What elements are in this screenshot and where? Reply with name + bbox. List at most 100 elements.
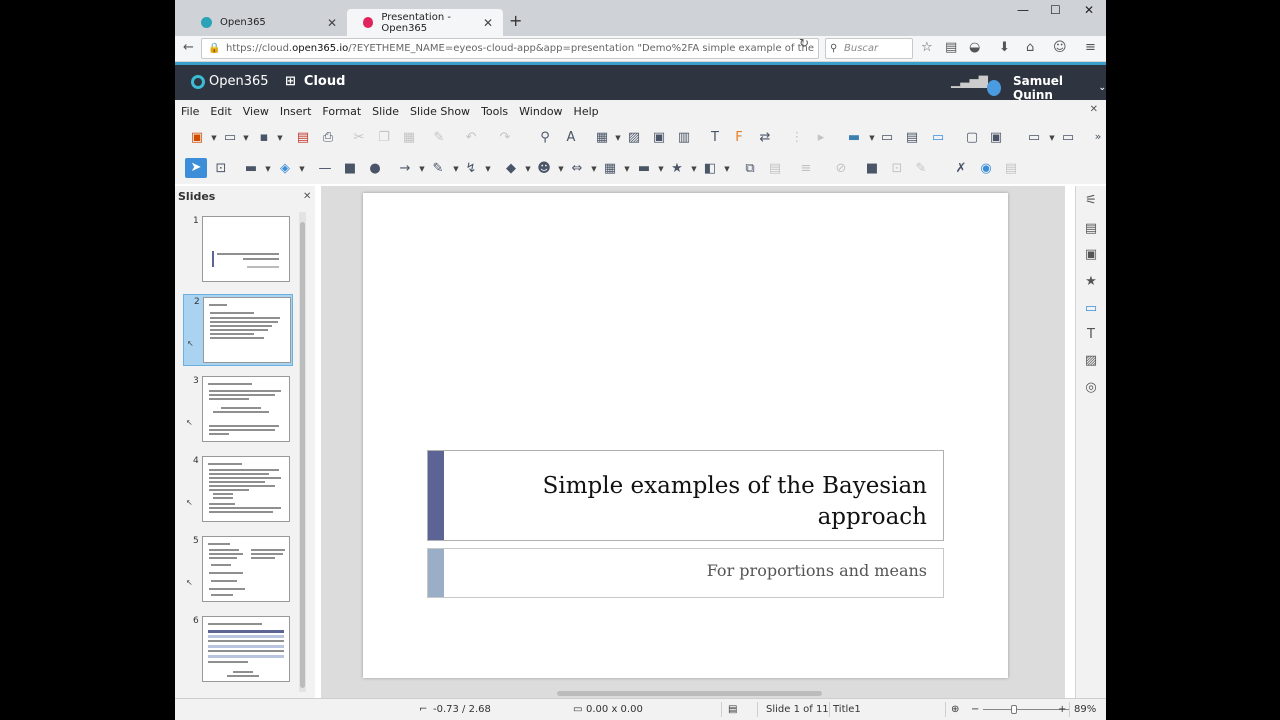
crop-icon[interactable]: ⊡ <box>889 161 905 176</box>
home-icon[interactable]: ⌂ <box>1026 40 1034 55</box>
block-arrows-icon[interactable]: ⇔ <box>569 161 585 176</box>
dropdown-arrow-icon[interactable]: ▼ <box>624 165 630 173</box>
slide-edit-area[interactable]: Simple examples of the Bayesian approach… <box>321 186 1065 698</box>
symbol-shapes-icon[interactable]: ☻ <box>536 161 552 176</box>
cut-icon[interactable]: ✂ <box>351 130 367 145</box>
callout-icon[interactable]: ▬ <box>636 161 652 176</box>
spelling-icon[interactable]: A <box>563 130 579 145</box>
toolbar-more-icon[interactable]: ▭ <box>1060 130 1076 145</box>
download-icon[interactable]: ⬇ <box>999 40 1010 55</box>
dropdown-arrow-icon[interactable]: ▼ <box>1049 134 1055 142</box>
curve-tool-icon[interactable]: ✎ <box>430 161 446 176</box>
tab-close-icon[interactable]: ✕ <box>327 16 337 30</box>
window-close-icon[interactable]: ✕ <box>1084 3 1094 17</box>
zoom-slider[interactable] <box>983 709 1069 710</box>
slide-thumbnail-4[interactable]: 4 ↖ <box>183 454 293 526</box>
line-color-icon[interactable]: ▬ <box>243 161 259 176</box>
slides-panel-close-icon[interactable]: ✕ <box>303 191 311 202</box>
navigator-icon[interactable]: ◎ <box>1083 380 1099 395</box>
slide-transition-icon[interactable]: ▭ <box>1083 301 1099 316</box>
more-shapes-icon[interactable]: ▤ <box>1003 161 1019 176</box>
fontwork-icon[interactable]: F <box>731 130 747 145</box>
title-placeholder[interactable]: Simple examples of the Bayesian approach <box>427 450 944 541</box>
line-tool-icon[interactable]: — <box>317 161 333 176</box>
subtitle-placeholder[interactable]: For proportions and means <box>427 548 944 598</box>
menu-slide[interactable]: Slide <box>372 105 399 118</box>
menu-edit[interactable]: Edit <box>210 105 231 118</box>
display-views-icon[interactable]: ▭ <box>879 130 895 145</box>
menu-window[interactable]: Window <box>519 105 562 118</box>
document-modified-icon[interactable]: ▤ <box>728 704 737 715</box>
dropdown-arrow-icon[interactable]: ▼ <box>724 165 730 173</box>
toggle-extrusion-icon[interactable]: ✗ <box>953 161 969 176</box>
slide-subtitle[interactable]: For proportions and means <box>707 561 927 580</box>
distribute-icon[interactable]: ⊘ <box>833 161 849 176</box>
clone-formatting-icon[interactable]: ✎ <box>431 130 447 145</box>
redo-icon[interactable]: ↷ <box>497 130 513 145</box>
shadow-icon[interactable]: ■ <box>864 161 880 176</box>
slide-thumbnail-1[interactable]: 1 <box>183 214 293 286</box>
dropdown-arrow-icon[interactable]: ▼ <box>299 165 305 173</box>
menu-format[interactable]: Format <box>322 105 361 118</box>
dropdown-arrow-icon[interactable]: ▼ <box>525 165 531 173</box>
shape-list-icon[interactable]: ▭ <box>1026 130 1042 145</box>
zoom-level[interactable]: 89% <box>1074 704 1096 715</box>
stars-icon[interactable]: ★ <box>669 161 685 176</box>
comment-icon[interactable]: ▭ <box>930 130 946 145</box>
hamburger-menu-icon[interactable]: ≡ <box>1085 40 1096 55</box>
tab-open365[interactable]: Open365 ✕ <box>185 9 347 36</box>
insert-table-icon[interactable]: ▦ <box>594 130 610 145</box>
fit-slide-icon[interactable]: ⊕ <box>951 704 959 715</box>
slide-thumbnail-2[interactable]: 2 ↖ <box>183 294 293 366</box>
3d-objects-icon[interactable]: ◧ <box>702 161 718 176</box>
reload-icon[interactable]: ↻ <box>799 36 809 50</box>
insert-media-icon[interactable]: ▣ <box>651 130 667 145</box>
copy-icon[interactable]: ❐ <box>376 130 392 145</box>
basic-shapes-icon[interactable]: ◆ <box>503 161 519 176</box>
select-arrow-icon[interactable]: ➤ <box>185 158 207 178</box>
cloud-button[interactable]: ⊞ Cloud <box>285 74 345 89</box>
find-replace-icon[interactable]: ⚲ <box>537 130 553 145</box>
slide-layout-name[interactable]: Title1 <box>833 704 861 715</box>
flowchart-icon[interactable]: ▦ <box>602 161 618 176</box>
slide-canvas[interactable]: Simple examples of the Bayesian approach… <box>363 193 1008 678</box>
document-close-icon[interactable]: ✕ <box>1090 104 1098 115</box>
rectangle-tool-icon[interactable]: ■ <box>342 161 358 176</box>
slide-layout-icon[interactable]: ▬ <box>846 130 862 145</box>
menu-insert[interactable]: Insert <box>280 105 312 118</box>
dropdown-arrow-icon[interactable]: ▼ <box>265 165 271 173</box>
undo-icon[interactable]: ↶ <box>463 130 479 145</box>
zoom-in-icon[interactable]: + <box>1058 704 1066 715</box>
slide-design-icon[interactable]: ▤ <box>904 130 920 145</box>
properties-icon[interactable]: ⚟ <box>1083 193 1099 208</box>
back-arrow-icon[interactable]: ← <box>183 40 194 55</box>
dropdown-arrow-icon[interactable]: ▼ <box>658 165 664 173</box>
search-input[interactable]: ⚲ Buscar <box>825 38 913 59</box>
print-icon[interactable]: ⎙ <box>320 130 336 145</box>
transform-icon[interactable]: ⧉ <box>742 161 758 176</box>
slide-thumbnail-5[interactable]: 5 ↖ <box>183 534 293 606</box>
menu-view[interactable]: View <box>243 105 269 118</box>
zoom-slider-handle[interactable] <box>1011 705 1017 714</box>
paste-icon[interactable]: ▦ <box>401 130 417 145</box>
url-bar[interactable]: 🔒 https://cloud.open365.io/?EYETHEME_NAM… <box>201 38 819 59</box>
fill-color-icon[interactable]: ◈ <box>277 161 293 176</box>
scrollbar-thumb[interactable] <box>300 222 305 688</box>
horizontal-scrollbar[interactable] <box>325 690 1051 697</box>
reading-list-icon[interactable]: ▤ <box>945 40 957 55</box>
new-tab-icon[interactable]: + <box>509 11 522 30</box>
slide-title[interactable]: Simple examples of the Bayesian approach <box>467 471 927 533</box>
new-presentation-icon[interactable]: ▣ <box>189 130 205 145</box>
gallery-icon[interactable]: ▨ <box>1083 353 1099 368</box>
minimize-icon[interactable]: — <box>1017 3 1029 17</box>
menu-file[interactable]: File <box>181 105 199 118</box>
menu-tools[interactable]: Tools <box>481 105 508 118</box>
tab-presentation[interactable]: Presentation - Open365 ✕ <box>347 9 503 36</box>
export-pdf-icon[interactable]: ▤ <box>295 130 311 145</box>
zoom-pan-icon[interactable]: ⊡ <box>213 161 229 176</box>
new-slide-icon[interactable]: ▢ <box>964 130 980 145</box>
menu-help[interactable]: Help <box>574 105 599 118</box>
maximize-icon[interactable]: ☐ <box>1050 3 1061 17</box>
dropdown-arrow-icon[interactable]: ▼ <box>691 165 697 173</box>
hyperlink-icon[interactable]: ⇄ <box>757 130 773 145</box>
